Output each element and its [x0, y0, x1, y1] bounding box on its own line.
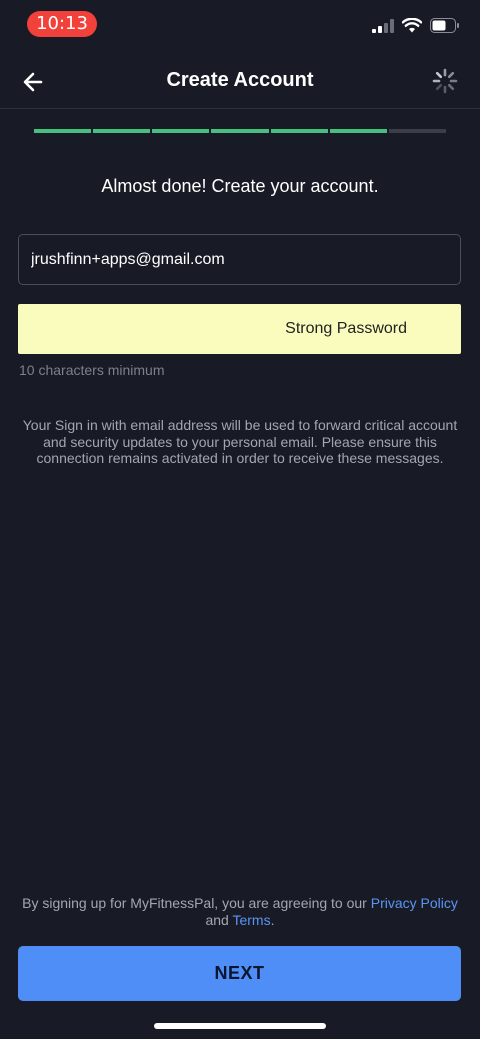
next-button[interactable]: NEXT	[18, 946, 461, 1001]
signal-icon	[372, 18, 394, 33]
nav-bar: Create Account	[0, 56, 480, 109]
heading: Almost done! Create your account.	[101, 176, 379, 196]
wifi-icon	[402, 18, 422, 33]
page-title: Create Account	[166, 69, 314, 91]
password-hint: 10 characters minimum	[19, 362, 165, 378]
password-input[interactable]: Strong Password	[18, 304, 461, 354]
terms-link[interactable]: Terms	[232, 912, 270, 928]
status-bar: 10:13	[0, 0, 480, 50]
progress-segment	[34, 129, 92, 133]
loading-spinner-icon	[432, 68, 458, 94]
legal-suffix: .	[270, 912, 275, 928]
progress-segment	[211, 129, 269, 133]
progress-segment	[93, 129, 151, 133]
status-time: 10:13	[27, 11, 97, 37]
progress-segment	[270, 129, 328, 133]
email-notice: Your Sign in with email address will be …	[22, 417, 458, 466]
password-strength-label: Strong Password	[285, 320, 407, 337]
progress-segment	[388, 129, 446, 133]
legal-prefix: By signing up for MyFitnessPal, you are …	[22, 895, 371, 911]
progress-bar	[34, 129, 446, 134]
progress-segment	[329, 129, 387, 133]
email-input[interactable]	[18, 234, 461, 285]
legal-text: By signing up for MyFitnessPal, you are …	[18, 895, 462, 929]
progress-segment	[152, 129, 210, 133]
battery-icon	[430, 18, 459, 33]
home-indicator	[154, 1023, 326, 1029]
status-icons	[372, 18, 460, 33]
legal-and: and	[205, 912, 233, 928]
privacy-policy-link[interactable]: Privacy Policy	[371, 895, 458, 911]
